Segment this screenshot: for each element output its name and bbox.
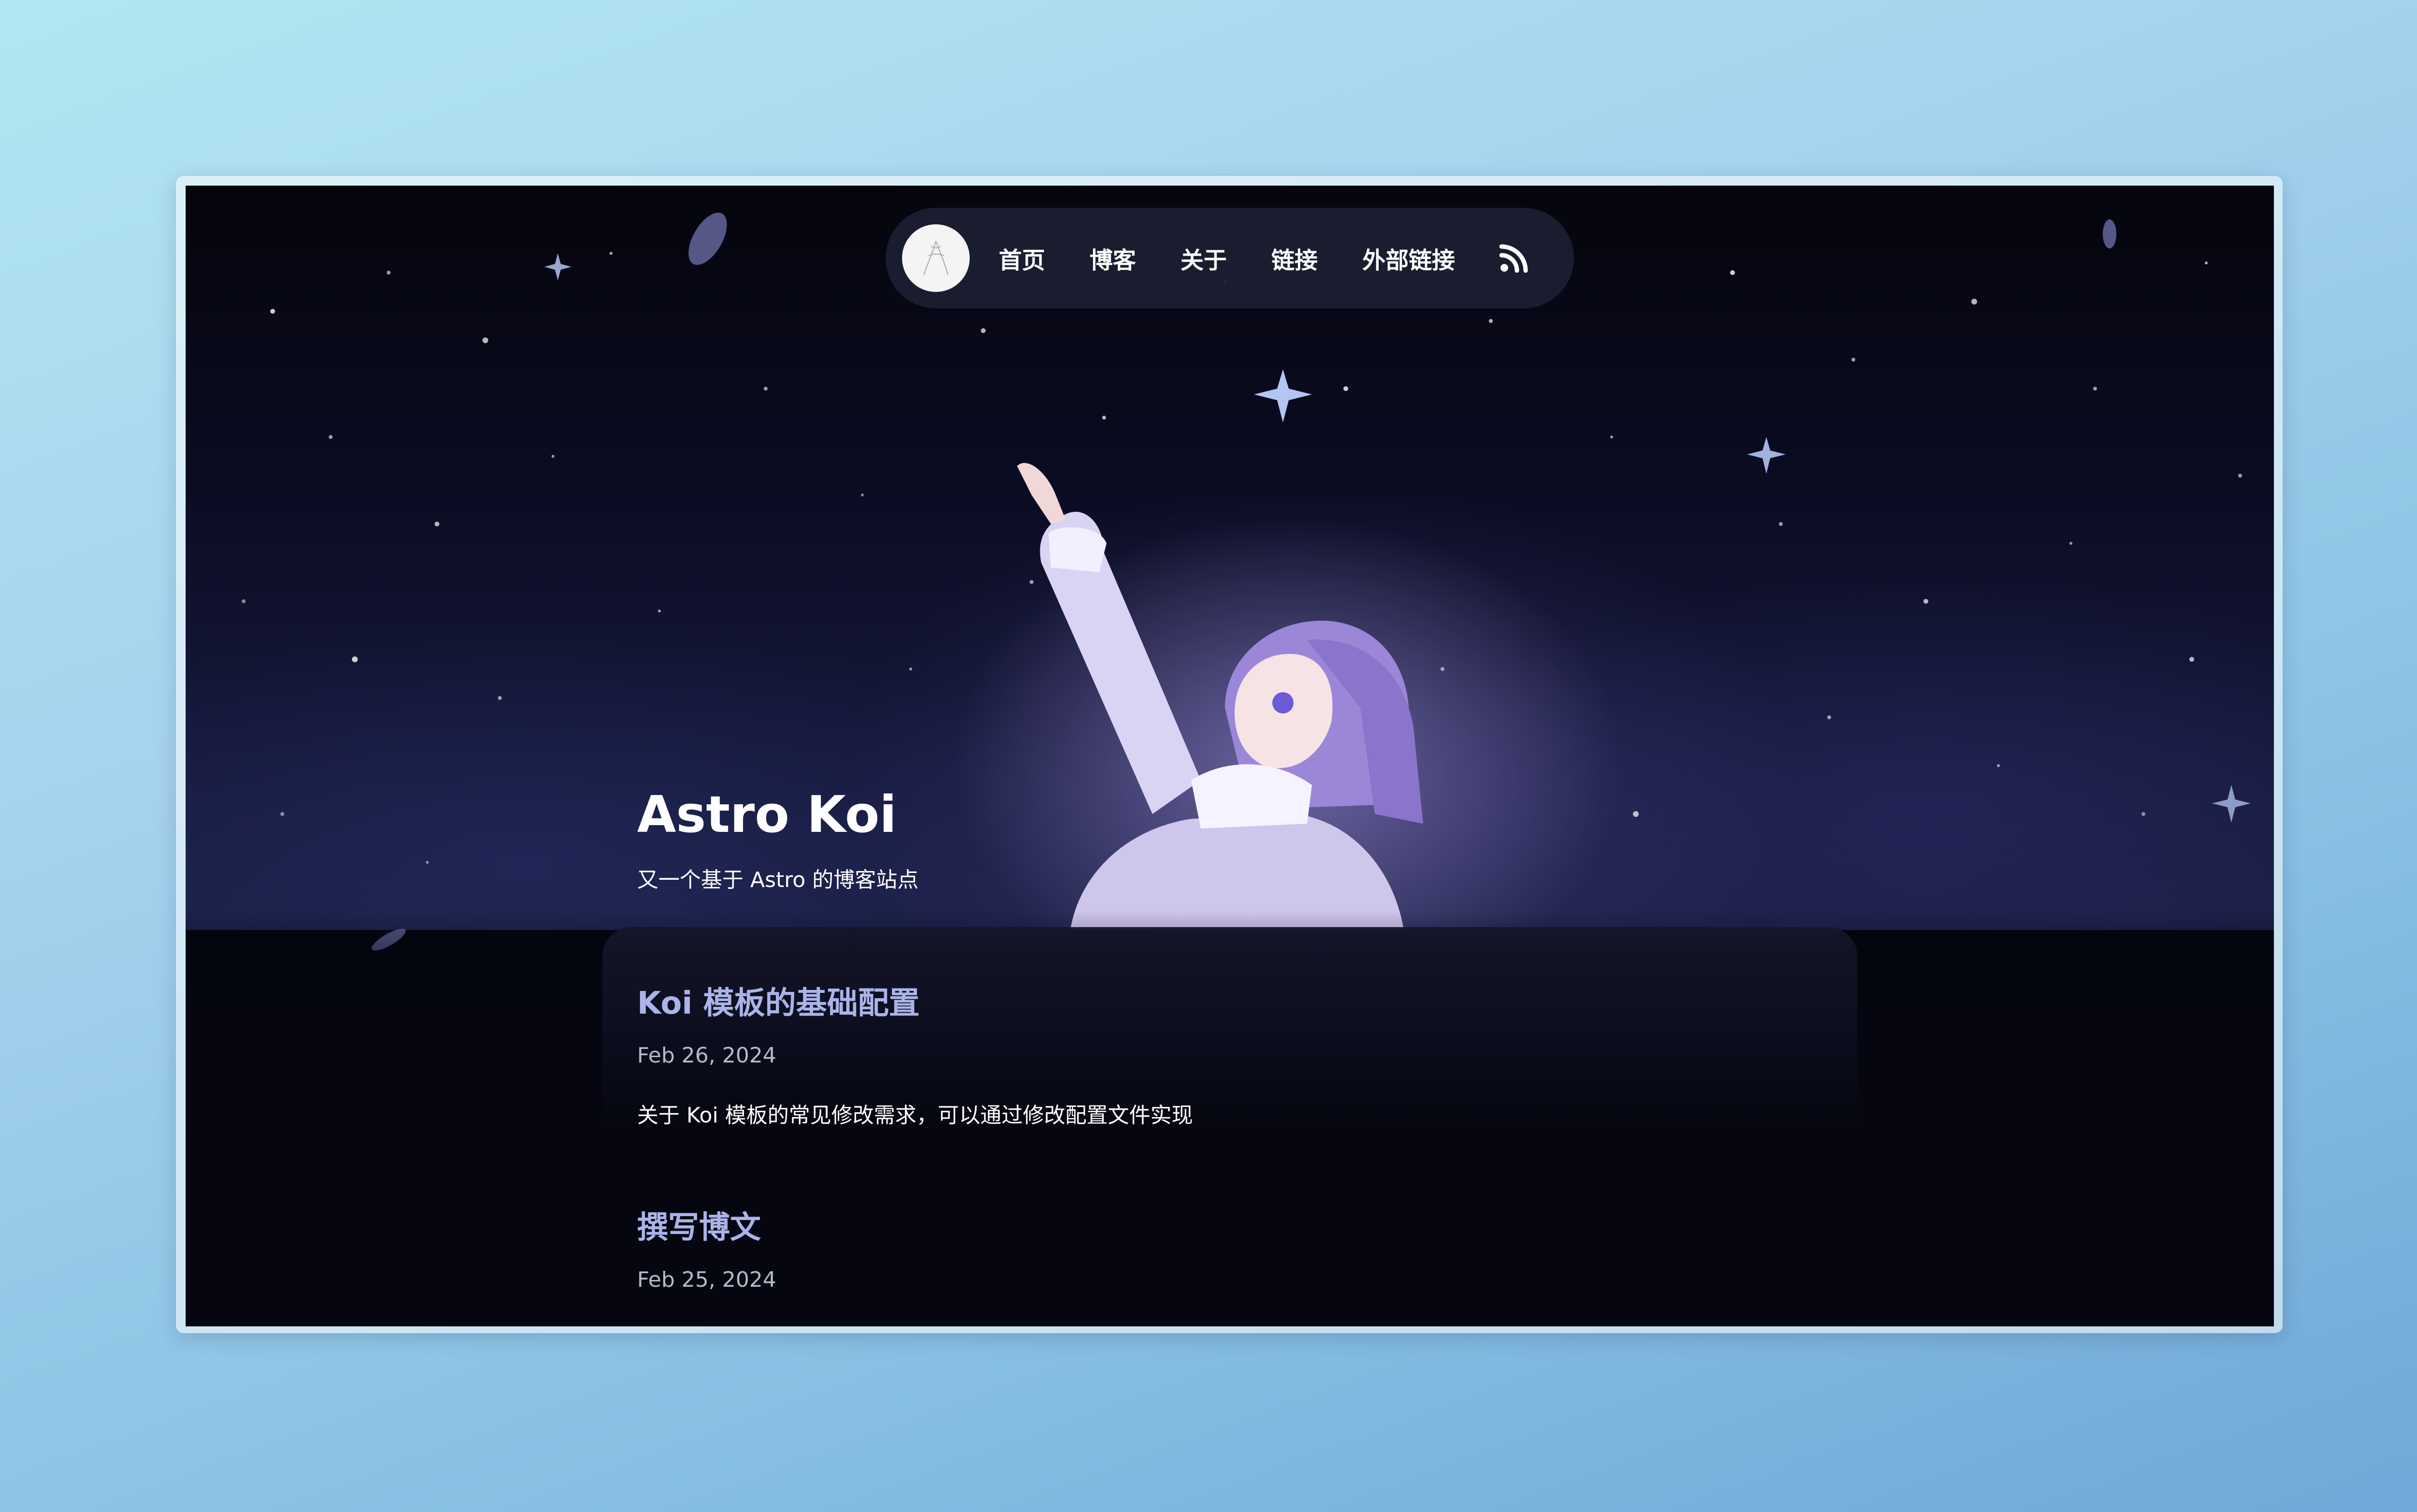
site-subtitle: 又一个基于 Astro 的博客站点: [637, 868, 919, 892]
avatar-sketch-icon: [923, 241, 948, 276]
rss-icon[interactable]: [1500, 244, 1529, 273]
nav-item-external-links[interactable]: 外部链接: [1362, 241, 1455, 275]
nav-item-links[interactable]: 链接: [1271, 241, 1318, 275]
post-date: Feb 25, 2024: [637, 1267, 776, 1292]
post-title[interactable]: Koi 模板的基础配置: [637, 978, 1193, 1023]
site-title: Astro Koi: [637, 785, 897, 844]
avatar[interactable]: [902, 224, 970, 292]
post-date: Feb 26, 2024: [637, 1043, 776, 1068]
nav-item-about[interactable]: 关于: [1180, 241, 1227, 275]
page-viewport: 首页 博客 关于 链接 外部链接 Astro Koi 又一个基于 Astro 的…: [186, 186, 2274, 1326]
post-description: 关于 Koi 模板的常见修改需求，可以通过修改配置文件实现: [637, 1103, 1193, 1128]
post-title[interactable]: 撰写博文: [637, 1203, 776, 1247]
nav-item-blog[interactable]: 博客: [1090, 241, 1136, 275]
nav-item-home[interactable]: 首页: [999, 241, 1045, 275]
post-item: 撰写博文 Feb 25, 2024: [637, 1203, 776, 1322]
top-navigation: 首页 博客 关于 链接 外部链接: [886, 208, 1574, 308]
post-item: Koi 模板的基础配置 Feb 26, 2024 关于 Koi 模板的常见修改需…: [637, 978, 1193, 1129]
